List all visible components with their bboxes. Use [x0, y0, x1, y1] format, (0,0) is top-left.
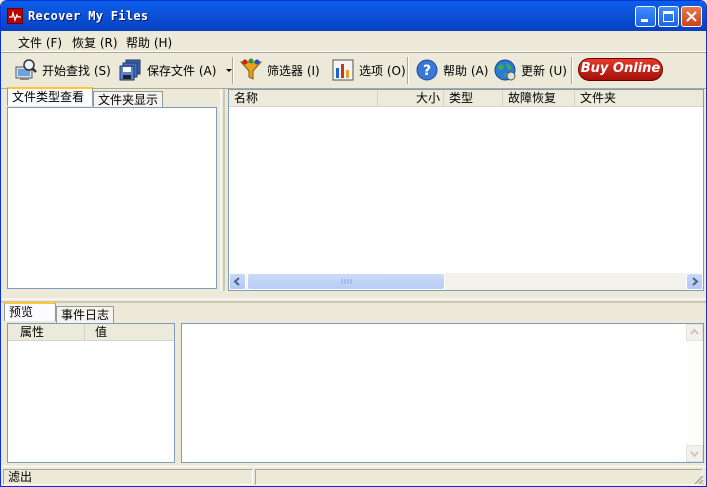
options-button[interactable]: 选项 (O) [331, 58, 406, 82]
arrow-left-icon [233, 277, 240, 286]
title-bar[interactable]: Recover My Files [1, 1, 706, 31]
options-label: 选项 (O) [359, 63, 406, 78]
vertical-splitter[interactable] [220, 89, 226, 291]
help-question-icon: ? [415, 58, 439, 82]
scroll-right-button[interactable] [686, 273, 703, 290]
filter-button[interactable]: 筛选器 (I) [239, 58, 320, 82]
column-recovery[interactable]: 故障恢复 [503, 90, 575, 106]
save-files-label: 保存文件 (A) [147, 63, 217, 78]
app-window: Recover My Files 文件 (F) 恢复 (R) 帮助 (H) 开始… [0, 0, 707, 487]
vertical-scrollbar[interactable] [686, 324, 703, 462]
help-label: 帮助 (A) [443, 63, 489, 78]
column-size[interactable]: 大小 [378, 90, 444, 106]
close-icon [686, 11, 697, 22]
funnel-icon [239, 58, 263, 82]
save-files-button[interactable]: 保存文件 (A) [119, 58, 234, 82]
file-type-tree[interactable] [7, 107, 217, 289]
file-list[interactable]: 名称 大小 类型 故障恢复 文件夹 [228, 89, 704, 291]
options-chart-icon [331, 58, 355, 82]
scroll-down-button[interactable] [686, 445, 703, 462]
horizontal-scrollbar[interactable] [229, 273, 703, 290]
file-list-header: 名称 大小 类型 故障恢复 文件夹 [229, 90, 703, 107]
magnifier-computer-icon [14, 58, 38, 82]
tab-file-type-view[interactable]: 文件类型查看 [7, 87, 93, 106]
tab-preview[interactable]: 预览 [4, 302, 56, 321]
column-folder[interactable]: 文件夹 [575, 90, 703, 106]
close-button[interactable] [681, 6, 702, 27]
filter-label: 筛选器 (I) [267, 63, 320, 78]
toolbar-separator [232, 57, 234, 84]
column-property[interactable]: 属性 [8, 324, 85, 340]
tab-folder-view[interactable]: 文件夹显示 [93, 91, 163, 108]
arrow-up-icon [690, 328, 699, 335]
status-cell-empty [255, 469, 703, 485]
save-disk-icon [119, 58, 143, 82]
window-title: Recover My Files [28, 9, 149, 23]
toolbar-separator [407, 57, 409, 84]
minimize-icon [641, 19, 648, 22]
column-name[interactable]: 名称 [229, 90, 378, 106]
update-label: 更新 (U) [521, 63, 567, 78]
globe-update-icon [493, 58, 517, 82]
preview-panel[interactable] [181, 323, 704, 463]
toolbar-separator [571, 57, 573, 84]
properties-panel[interactable]: 属性 值 [7, 323, 175, 463]
resize-grip-icon[interactable] [692, 473, 704, 485]
properties-header: 属性 值 [8, 324, 174, 341]
horizontal-splitter[interactable] [1, 293, 706, 303]
app-icon [7, 8, 23, 24]
menu-recover[interactable]: 恢复 (R) [72, 34, 118, 51]
start-search-button[interactable]: 开始查找 (S) [14, 58, 111, 82]
status-bar: 滤出 [1, 466, 706, 486]
buy-online-button[interactable]: Buy Online [578, 58, 663, 81]
menu-bar: 文件 (F) 恢复 (R) 帮助 (H) [1, 31, 706, 52]
svg-text:?: ? [423, 63, 431, 79]
tab-event-log[interactable]: 事件日志 [56, 306, 114, 323]
menu-help[interactable]: 帮助 (H) [126, 34, 172, 51]
arrow-right-icon [692, 277, 699, 286]
maximize-icon [663, 11, 674, 22]
minimize-button[interactable] [635, 6, 656, 27]
arrow-down-icon [690, 451, 699, 458]
status-text: 滤出 [3, 469, 253, 485]
scroll-thumb[interactable] [247, 273, 445, 290]
start-search-label: 开始查找 (S) [42, 63, 111, 78]
column-value[interactable]: 值 [85, 324, 174, 340]
column-type[interactable]: 类型 [444, 90, 503, 106]
maximize-button[interactable] [658, 6, 679, 27]
help-button[interactable]: ? 帮助 (A) [415, 58, 488, 82]
grip-lines-icon [341, 279, 352, 284]
scroll-up-button[interactable] [686, 324, 703, 341]
update-button[interactable]: 更新 (U) [493, 58, 567, 82]
scroll-left-button[interactable] [229, 273, 246, 290]
menu-file[interactable]: 文件 (F) [18, 34, 62, 51]
